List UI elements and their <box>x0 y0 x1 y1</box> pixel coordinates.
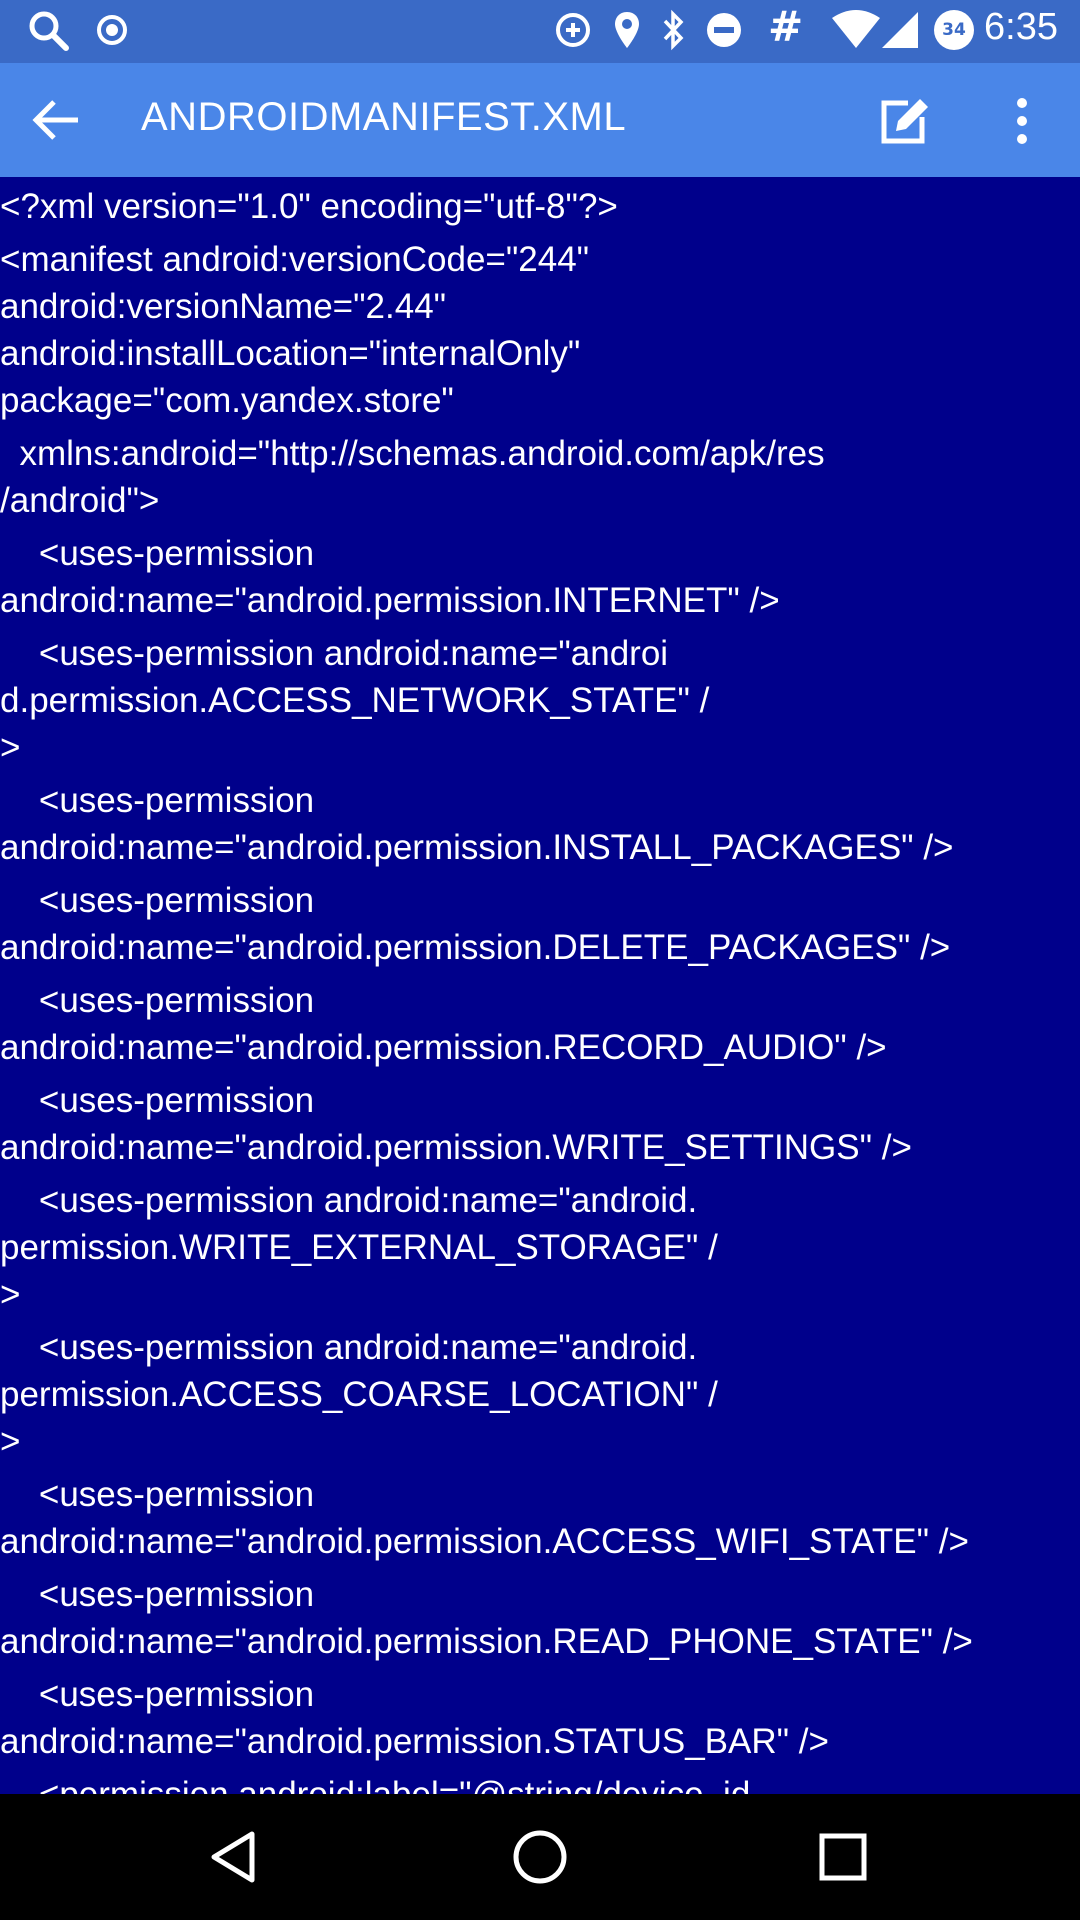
code-block: <uses-permission android:name="android.pe… <box>0 777 1080 871</box>
code-block: <uses-permission android:name="android.pe… <box>0 530 1080 624</box>
hash-icon: # <box>768 2 804 51</box>
code-line: permission.WRITE_EXTERNAL_STORAGE" / <box>0 1228 718 1267</box>
edit-icon <box>881 99 928 144</box>
arrow-back-icon <box>32 100 78 140</box>
code-viewer[interactable]: <?xml version="1.0" encoding="utf-8"?> <m… <box>0 177 1080 1794</box>
code-line: android:name="android.permission.DELETE_… <box>0 928 951 967</box>
nav-back-button[interactable] <box>200 1822 270 1892</box>
code-block: <uses-permission android:name="android. p… <box>0 1324 1080 1465</box>
code-block: <?xml version="1.0" encoding="utf-8"?> <box>0 183 1080 230</box>
data-saver-icon <box>556 13 590 47</box>
code-line: <uses-permission <box>0 1675 315 1714</box>
status-time: 6:35 <box>984 6 1058 48</box>
nav-bar <box>0 1794 1080 1920</box>
code-block: <uses-permission android:name="android.pe… <box>0 1571 1080 1665</box>
code-line: android:name="android.permission.READ_PH… <box>0 1622 973 1661</box>
code-line: d.permission.ACCESS_NETWORK_STATE" / <box>0 681 710 720</box>
battery-icon: 34 <box>934 10 974 50</box>
code-line: <permission android:label="@string/devic… <box>0 1771 1080 1794</box>
code-block: <uses-permission android:name="android.pe… <box>0 877 1080 971</box>
back-button[interactable] <box>22 85 92 155</box>
search-icon <box>29 11 69 51</box>
code-line: /android"> <box>0 481 160 520</box>
code-line: <uses-permission <box>0 1081 315 1120</box>
code-text: <?xml version="1.0" encoding="utf-8"?> <m… <box>0 183 1080 1794</box>
code-line: xmlns:android="http://schemas.android.co… <box>0 434 825 473</box>
nav-recents-button[interactable] <box>808 1822 878 1892</box>
more-options-button[interactable] <box>1000 89 1044 153</box>
nav-back-icon <box>211 1831 255 1883</box>
code-line: android:name="android.permission.INSTALL… <box>0 828 954 867</box>
code-line: android:name="android.permission.STATUS_… <box>0 1722 829 1761</box>
code-line: <uses-permission <box>0 1575 315 1614</box>
code-line: <uses-permission <box>0 1475 315 1514</box>
code-line: <uses-permission <box>0 781 315 820</box>
wifi-icon <box>832 10 880 48</box>
bluetooth-icon <box>663 9 684 51</box>
code-block: <uses-permission android:name="androi d.p… <box>0 630 1080 771</box>
code-line: <uses-permission android:name="androi <box>0 634 669 673</box>
more-vert-icon <box>1017 98 1027 144</box>
record-icon <box>97 15 127 45</box>
code-line: <manifest android:versionCode="244" <box>0 240 590 279</box>
code-line: permission.ACCESS_COARSE_LOCATION" / <box>0 1375 718 1414</box>
code-block: <permission android:label="@string/devic… <box>0 1771 1080 1794</box>
code-line: android:versionName="2.44" <box>0 287 447 326</box>
code-line: <uses-permission android:name="android. <box>0 1328 698 1367</box>
nav-home-icon <box>513 1830 567 1884</box>
battery-level: 34 <box>942 20 966 40</box>
page-title: AndroidManifest.xml <box>141 95 627 139</box>
code-line: android:name="android.permission.ACCESS_… <box>0 1522 969 1561</box>
code-block: <manifest android:versionCode="244" andro… <box>0 236 1080 424</box>
nav-home-button[interactable] <box>505 1822 575 1892</box>
code-line: android:name="android.permission.INTERNE… <box>0 581 780 620</box>
code-line: <uses-permission <box>0 881 315 920</box>
code-line: android:name="android.permission.RECORD_… <box>0 1028 887 1067</box>
signal-icon <box>882 12 918 48</box>
code-line: <?xml version="1.0" encoding="utf-8"?> <box>0 187 618 226</box>
app-bar: AndroidManifest.xml <box>0 63 1080 177</box>
code-line: > <box>0 1275 21 1314</box>
code-block: xmlns:android="http://schemas.android.co… <box>0 430 1080 524</box>
code-line: package="com.yandex.store" <box>0 381 454 420</box>
code-line: > <box>0 1422 21 1461</box>
code-block: <uses-permission android:name="android.pe… <box>0 977 1080 1071</box>
status-bar: # 34 6:35 <box>0 0 1080 63</box>
nav-recents-icon <box>819 1833 867 1881</box>
code-line: <uses-permission android:name="android. <box>0 1181 698 1220</box>
code-line: > <box>0 728 21 767</box>
code-line: <uses-permission <box>0 981 315 1020</box>
code-line: android:name="android.permission.WRITE_S… <box>0 1128 912 1167</box>
code-line: android:installLocation="internalOnly" <box>0 334 581 373</box>
code-line: <uses-permission <box>0 534 315 573</box>
edit-button[interactable] <box>872 89 936 153</box>
location-icon <box>615 12 639 48</box>
dnd-icon <box>707 13 741 47</box>
code-block: <uses-permission android:name="android.pe… <box>0 1671 1080 1765</box>
code-block: <uses-permission android:name="android.pe… <box>0 1077 1080 1171</box>
code-block: <uses-permission android:name="android.pe… <box>0 1471 1080 1565</box>
code-block: <uses-permission android:name="android. p… <box>0 1177 1080 1318</box>
